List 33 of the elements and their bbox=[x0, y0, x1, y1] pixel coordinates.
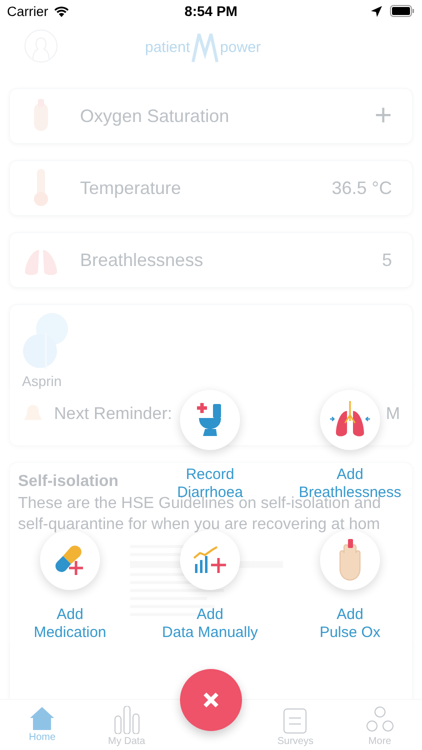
reminder-time: M bbox=[386, 404, 400, 424]
location-icon bbox=[370, 6, 382, 16]
hand-icon bbox=[337, 539, 363, 581]
logo-text: power bbox=[220, 38, 261, 56]
medication-card[interactable]: Asprin Next Reminder: M bbox=[9, 304, 413, 446]
wifi-icon bbox=[53, 5, 70, 17]
reading-value: 36.5 °C bbox=[332, 178, 392, 198]
action-label[interactable]: Add Medication bbox=[34, 606, 106, 642]
action-label[interactable]: Add Pulse Ox bbox=[320, 606, 380, 642]
article-title: Self-isolation bbox=[18, 473, 118, 491]
carrier-name: Carrier bbox=[7, 4, 48, 18]
chart-add-icon bbox=[193, 546, 227, 574]
battery-icon bbox=[390, 5, 415, 17]
medication-name: Asprin bbox=[22, 373, 62, 389]
reading-label: Breathlessness bbox=[80, 250, 204, 270]
home-icon bbox=[29, 706, 56, 730]
lungs-icon bbox=[330, 401, 370, 439]
pill-icon bbox=[54, 544, 86, 576]
reading-label: Oxygen Saturation bbox=[80, 106, 230, 126]
reading-value: 5 bbox=[382, 250, 392, 270]
logo-text: patient bbox=[145, 38, 190, 56]
clock-time: 8:54 PM bbox=[184, 3, 238, 19]
close-icon bbox=[203, 692, 219, 708]
reading-label: Temperature bbox=[80, 178, 182, 198]
reminder-label: Next Reminder: bbox=[54, 404, 172, 424]
reading-card[interactable]: Breathlessness 5 bbox=[9, 232, 413, 288]
add-icon[interactable]: + bbox=[374, 101, 392, 131]
clipboard-icon bbox=[283, 706, 308, 734]
action-label[interactable]: Add Data Manually bbox=[162, 606, 258, 642]
bar-chart-icon bbox=[114, 706, 140, 734]
circles-icon bbox=[364, 706, 395, 734]
reading-card[interactable]: Temperature 36.5 °C bbox=[9, 160, 413, 216]
reading-card[interactable]: Oxygen Saturation + bbox=[9, 88, 413, 144]
